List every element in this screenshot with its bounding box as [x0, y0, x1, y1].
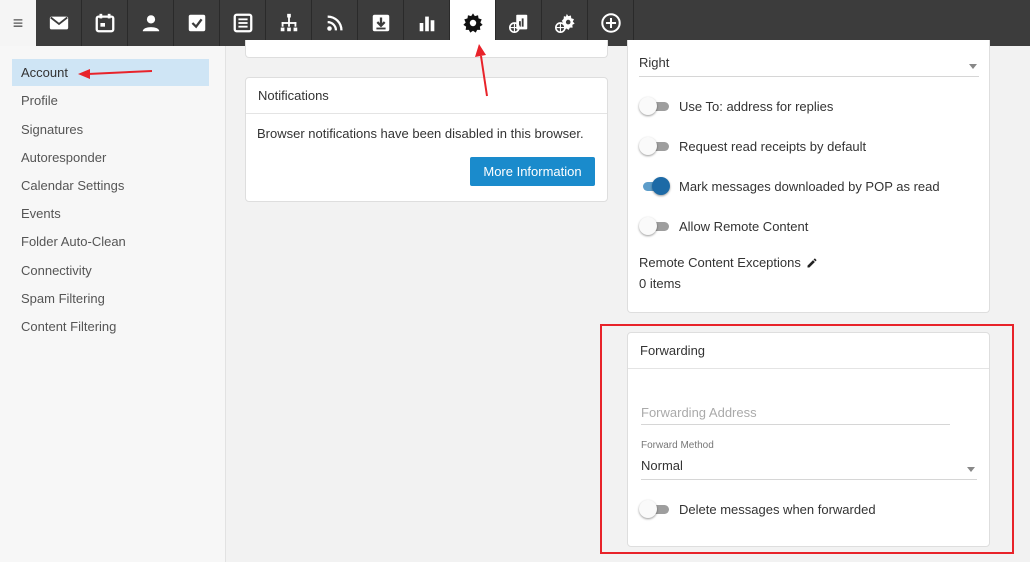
notifications-title: Notifications [246, 78, 607, 114]
pencil-edit-icon[interactable] [806, 257, 818, 269]
more-information-button[interactable]: More Information [470, 157, 595, 186]
pop-mark-read-label: Mark messages downloaded by POP as read [679, 178, 940, 194]
sidebar-item-signatures[interactable]: Signatures [12, 116, 209, 143]
read-receipts-row: Request read receipts by default [639, 136, 866, 156]
chevron-down-icon [967, 467, 975, 472]
sidebar-item-autoresponder[interactable]: Autoresponder [12, 144, 209, 171]
account-settings-panel: Right Use To: address for replies Reques… [627, 40, 990, 313]
forwarding-panel: Forwarding Forward Method Normal Delete … [627, 332, 990, 547]
reply-position-select[interactable]: Right [639, 55, 979, 77]
sidebar-item-folder-auto-clean[interactable]: Folder Auto-Clean [12, 228, 209, 255]
notifications-panel: Notifications Browser notifications have… [245, 77, 608, 202]
sidebar-item-calendar-settings[interactable]: Calendar Settings [12, 172, 209, 199]
reply-position-value: Right [639, 55, 670, 70]
remote-content-exceptions-label: Remote Content Exceptions [639, 255, 801, 270]
delete-forwarded-row: Delete messages when forwarded [639, 499, 876, 519]
remote-content-label: Allow Remote Content [679, 218, 809, 234]
notifications-message: Browser notifications have been disabled… [257, 126, 584, 141]
sidebar-item-account[interactable]: Account [12, 59, 209, 86]
remote-content-toggle[interactable] [639, 216, 671, 236]
sidebar-item-spam-filtering[interactable]: Spam Filtering [12, 285, 209, 312]
pop-mark-read-row: Mark messages downloaded by POP as read [639, 176, 940, 196]
calendar-icon[interactable] [82, 0, 128, 46]
forwarding-title: Forwarding [628, 333, 989, 369]
previous-panel-bottom [245, 40, 608, 58]
delete-forwarded-toggle[interactable] [639, 499, 671, 519]
read-receipts-toggle[interactable] [639, 136, 671, 156]
sidebar-item-profile[interactable]: Profile [12, 87, 209, 114]
use-to-address-label: Use To: address for replies [679, 98, 834, 114]
forward-method-value: Normal [641, 458, 683, 473]
mail-icon[interactable] [36, 0, 82, 46]
tasks-icon[interactable] [174, 0, 220, 46]
sidebar-item-content-filtering[interactable]: Content Filtering [12, 313, 209, 340]
use-to-address-toggle[interactable] [639, 96, 671, 116]
chevron-down-icon [969, 64, 977, 69]
sidebar-item-events[interactable]: Events [12, 200, 209, 227]
contacts-icon[interactable] [128, 0, 174, 46]
hamburger-menu-icon[interactable]: ≡ [0, 0, 36, 46]
settings-sidebar: Account Profile Signatures Autoresponder… [0, 46, 226, 562]
remote-content-exceptions: Remote Content Exceptions [639, 255, 818, 270]
forward-method-select[interactable]: Normal [641, 458, 977, 480]
sidebar-item-connectivity[interactable]: Connectivity [12, 257, 209, 284]
remote-content-row: Allow Remote Content [639, 216, 808, 236]
use-to-address-row: Use To: address for replies [639, 96, 833, 116]
delete-forwarded-label: Delete messages when forwarded [679, 501, 876, 517]
pop-mark-read-toggle[interactable] [639, 176, 671, 196]
remote-content-exceptions-count: 0 items [639, 276, 681, 291]
forward-method-label: Forward Method [641, 440, 714, 451]
forwarding-address-input[interactable] [641, 401, 950, 425]
read-receipts-label: Request read receipts by default [679, 138, 867, 154]
